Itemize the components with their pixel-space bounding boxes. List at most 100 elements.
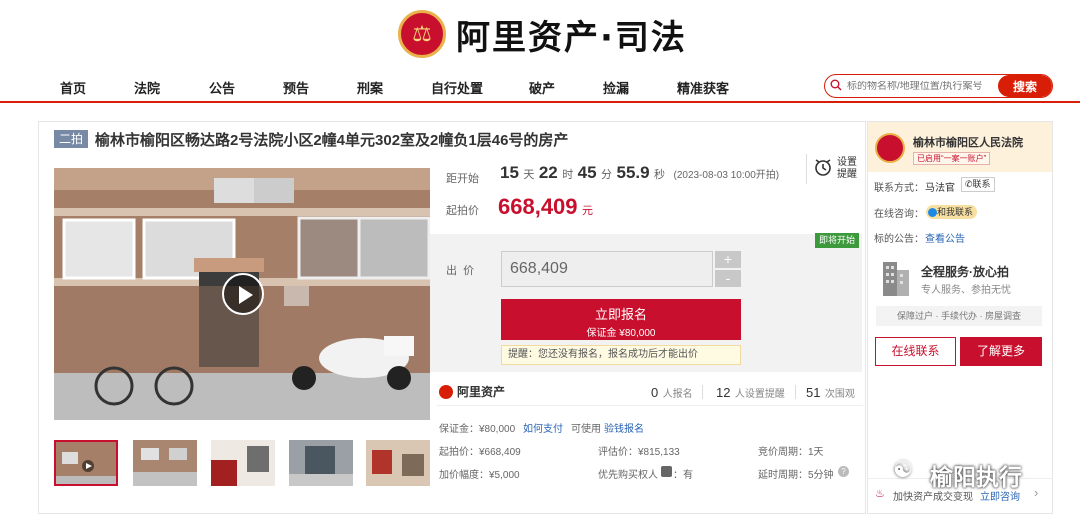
start-price-info: 起拍价：¥668,409	[439, 447, 521, 458]
chevron-right-icon: ›	[1034, 485, 1039, 500]
can-use-label: 可使用	[571, 424, 601, 435]
signup-tip: 提醒：您还没有报名，报名成功后才能出价	[501, 345, 741, 365]
days-unit: 天	[523, 169, 535, 181]
countdown-label: 距开始	[446, 173, 479, 185]
appraisal-price: 评估价：¥815,133	[598, 447, 680, 458]
delay-cycle: 延时周期：5分钟	[758, 470, 834, 481]
status-badge: 即将开始	[815, 233, 860, 248]
brand-logo: 阿里资产	[439, 383, 505, 400]
start-price: 668,409 元	[498, 194, 593, 220]
chat-with-me-button[interactable]: 和我联系	[926, 205, 978, 219]
countdown-seconds: 55.9	[616, 163, 650, 182]
contact-button[interactable]: ✆联系	[961, 177, 995, 192]
search-icon	[825, 79, 847, 94]
decrease-bid-button[interactable]: -	[715, 270, 741, 287]
consult-icon: ♨	[875, 488, 885, 500]
court-name[interactable]: 榆林市榆阳区人民法院	[913, 134, 1023, 150]
start-time: (2023-08-03 10:00开拍)	[673, 170, 780, 181]
nav-item-self-disposal[interactable]: 自行处置	[431, 78, 483, 97]
seconds-unit: 秒	[654, 169, 666, 181]
service-title: 全程服务·放心拍	[921, 265, 1009, 279]
nav-item-notice[interactable]: 公告	[209, 78, 235, 97]
search-bar: 搜索	[824, 74, 1053, 98]
view-count-value: 51	[806, 385, 821, 400]
divider	[437, 405, 863, 406]
nav-item-bargain[interactable]: 捡漏	[603, 78, 629, 97]
thumbnail-1[interactable]	[54, 440, 118, 486]
nav-item-court[interactable]: 法院	[134, 78, 160, 97]
building-icon	[877, 258, 913, 298]
loan-signup-link[interactable]: 验钱报名	[604, 420, 644, 435]
chat-button-label: 和我联系	[937, 207, 974, 217]
search-input[interactable]	[847, 80, 998, 92]
signup-count-value: 0	[651, 385, 659, 400]
nav-item-preview[interactable]: 预告	[283, 78, 309, 97]
alarm-clock-icon	[813, 157, 833, 182]
logo-text: 阿里资产·司法	[456, 17, 687, 58]
reminder-count-value: 12	[716, 385, 731, 400]
nav-item-bankruptcy[interactable]: 破产	[529, 78, 555, 97]
nav-item-home[interactable]: 首页	[60, 78, 86, 97]
countdown: 15 天 22 时 45 分 55.9 秒 (2023-08-03 10:00开…	[500, 163, 779, 183]
notice-label: 标的公告：	[874, 234, 924, 245]
online-contact-button[interactable]: 在线联系	[875, 337, 956, 366]
increment-info: 加价幅度：¥5,000	[439, 470, 520, 481]
thumbnail-3[interactable]	[211, 440, 275, 486]
deposit-info: 保证金：¥80,000	[439, 424, 516, 435]
view-count-unit: 次围观	[824, 389, 855, 400]
service-subtitle: 专人服务、参拍无忧	[921, 285, 1011, 296]
increase-bid-button[interactable]: +	[715, 251, 741, 268]
reminder-count-unit: 人设置提醒	[734, 389, 785, 400]
watermark: 榆阳执行	[930, 464, 1022, 490]
set-reminder-button[interactable]: 设置 提醒	[806, 154, 860, 184]
countdown-hours: 22	[538, 163, 558, 182]
signup-label: 立即报名	[594, 307, 647, 322]
divider	[795, 385, 796, 399]
bid-amount-input[interactable]: 668,409	[501, 251, 713, 287]
chat-icon	[928, 208, 937, 218]
hours-unit: 时	[562, 169, 574, 181]
start-price-value: 668,409	[498, 194, 578, 219]
brand-name: 阿里资产	[457, 385, 506, 399]
signup-count: 0 人报名	[651, 384, 693, 402]
learn-more-button[interactable]: 了解更多	[960, 337, 1042, 366]
bidding-cycle: 竞价周期：1天	[758, 447, 824, 458]
phone-icon: ✆	[965, 179, 973, 189]
signup-count-unit: 人报名	[662, 389, 693, 400]
site-logo[interactable]: ⚖ 阿里资产·司法	[398, 6, 687, 62]
contact-button-label: 联系	[972, 179, 991, 189]
ali-asset-icon	[439, 384, 453, 399]
info-tag-icon	[661, 466, 672, 477]
court-seal-icon	[875, 133, 905, 163]
nav-item-criminal[interactable]: 刑案	[357, 78, 383, 97]
help-icon[interactable]: ?	[838, 466, 849, 477]
priority-buyer-label: 优先购买权人	[598, 470, 658, 481]
signup-button[interactable]: 立即报名 保证金 ¥80,000	[501, 299, 741, 340]
item-title: 榆林市榆阳区畅达路2号法院小区2幢4单元302室及2幢负1层46号的房产	[95, 132, 569, 149]
video-play-button[interactable]	[222, 273, 264, 315]
countdown-minutes: 45	[577, 163, 597, 182]
reminder-line1: 设置	[837, 157, 857, 168]
reminder-line2: 提醒	[837, 169, 857, 180]
contact-label: 联系方式：	[874, 183, 924, 194]
countdown-days: 15	[500, 163, 519, 182]
bid-label: 出 价	[446, 265, 475, 277]
thumbnail-5[interactable]	[366, 440, 430, 486]
currency-unit: 元	[581, 205, 593, 217]
thumbnail-4[interactable]	[289, 440, 353, 486]
reminder-count: 12 人设置提醒	[716, 384, 785, 402]
consult-label: 在线咨询：	[874, 209, 924, 220]
round-badge: 二拍	[54, 130, 88, 148]
service-features: 保障过户 · 手续代办 · 房屋调查	[876, 306, 1042, 326]
view-notice-link[interactable]: 查看公告	[925, 230, 965, 245]
view-count: 51 次围观	[806, 384, 855, 402]
how-to-pay-link[interactable]: 如何支付	[523, 420, 563, 435]
nav-item-precise[interactable]: 精准获客	[677, 78, 729, 97]
contact-name: 马法官	[925, 183, 955, 194]
minutes-unit: 分	[601, 169, 613, 181]
priority-buyer-value: ：有	[673, 470, 693, 481]
court-emblem-icon: ⚖	[398, 10, 446, 58]
thumbnail-2[interactable]	[133, 440, 197, 486]
search-button[interactable]: 搜索	[998, 75, 1052, 97]
wechat-icon: ☯	[893, 457, 913, 482]
